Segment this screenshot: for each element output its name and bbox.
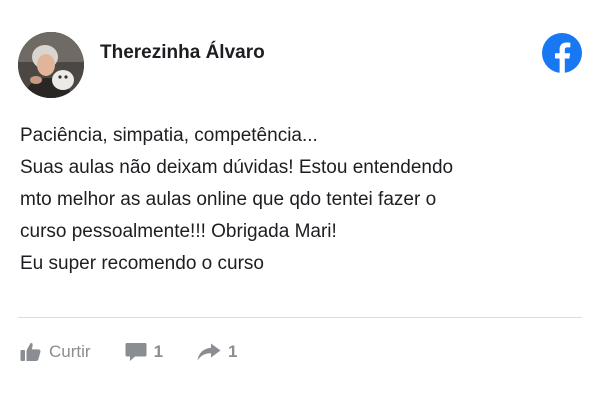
share-arrow-icon xyxy=(197,343,221,361)
comment-button[interactable]: 1 xyxy=(125,342,163,362)
like-label: Curtir xyxy=(49,342,91,361)
like-button[interactable]: Curtir xyxy=(20,342,91,362)
avatar-photo xyxy=(18,32,84,98)
review-line: Suas aulas não deixam dúvidas! Estou ent… xyxy=(20,157,454,178)
review-line: mto melhor as aulas online que qdo tente… xyxy=(20,189,437,210)
author-name[interactable]: Therezinha Álvaro xyxy=(100,42,265,64)
review-card: Therezinha Álvaro Paciência, simpatia, c… xyxy=(0,0,600,400)
review-line: Paciência, simpatia, competência... xyxy=(20,125,318,146)
comment-count: 1 xyxy=(153,342,164,361)
thumbs-up-icon xyxy=(20,342,41,362)
share-count: 1 xyxy=(228,342,238,361)
action-bar: Curtir 1 1 xyxy=(20,338,238,366)
share-button[interactable]: 1 xyxy=(197,342,238,362)
divider xyxy=(18,317,582,318)
facebook-icon xyxy=(542,33,582,73)
review-line: curso pessoalmente!!! Obrigada Mari! xyxy=(20,221,337,242)
avatar[interactable] xyxy=(18,32,84,98)
review-line: Eu super recomendo o curso xyxy=(20,253,264,274)
review-text: Paciência, simpatia, competência... Suas… xyxy=(20,120,580,280)
comment-icon xyxy=(125,342,147,362)
